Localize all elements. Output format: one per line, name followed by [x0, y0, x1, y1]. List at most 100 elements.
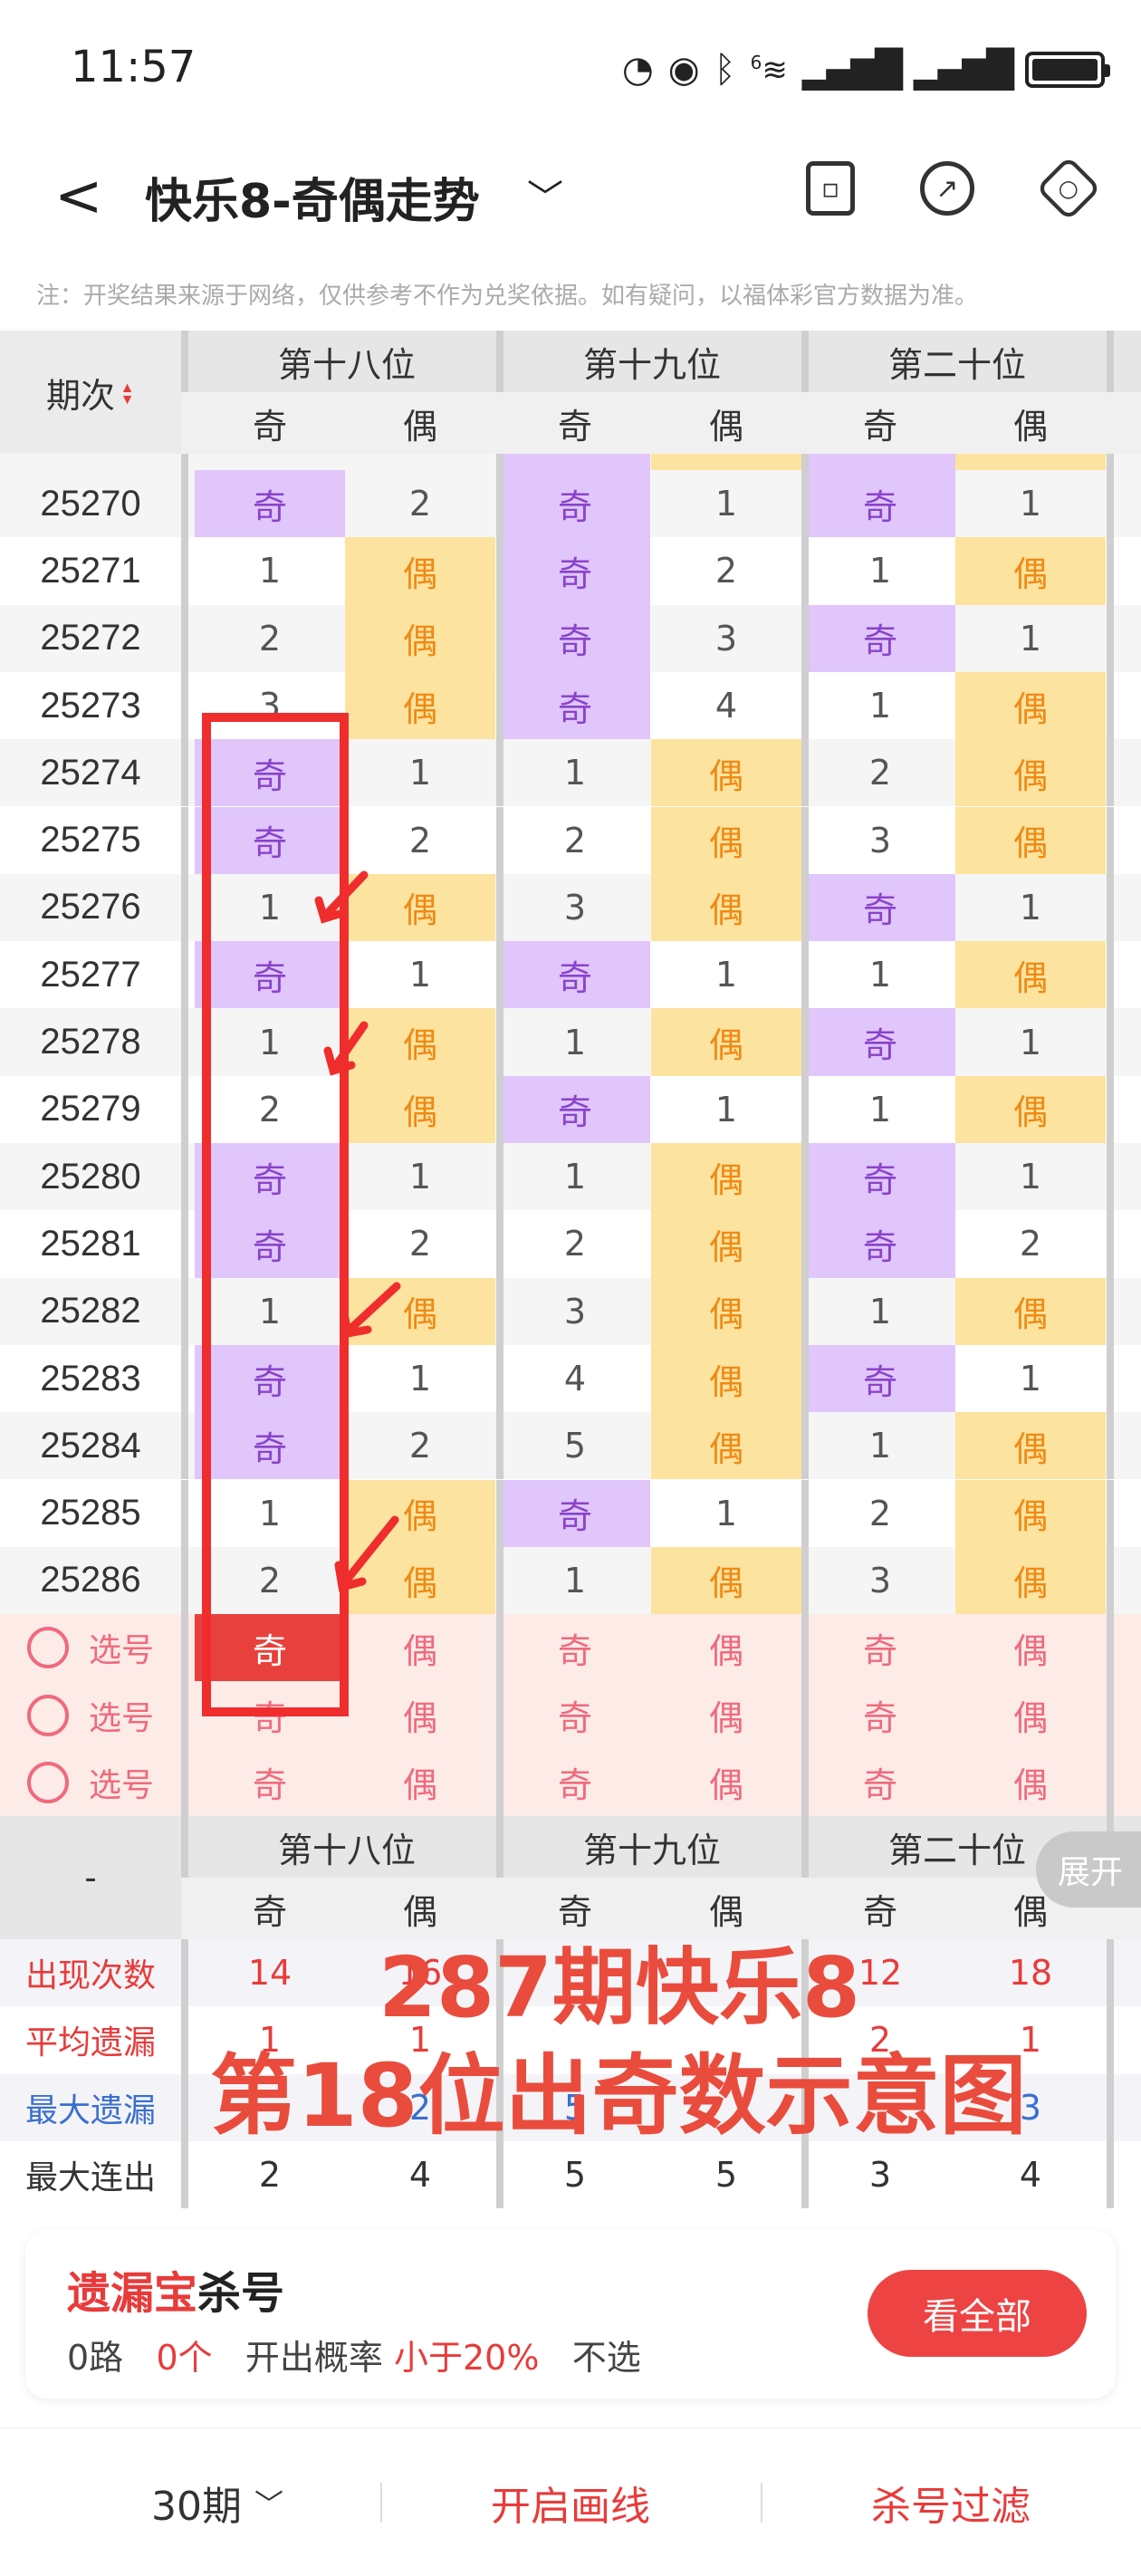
hit-cell: 奇 — [500, 537, 650, 605]
pick-cell[interactable]: 偶 — [345, 1681, 495, 1748]
bluetooth-icon: ᛒ — [714, 49, 736, 91]
sort-icon[interactable]: ▲▼ — [119, 380, 135, 404]
pick-cell[interactable]: 奇 — [500, 1681, 650, 1748]
radio-circle-icon[interactable] — [26, 1761, 69, 1803]
back-icon[interactable]: < — [54, 163, 103, 230]
issue-number: 25285 — [40, 1493, 141, 1533]
column-separator — [1107, 2006, 1114, 2074]
column-separator — [181, 1008, 188, 1076]
pick-selector[interactable]: 选号 — [0, 1749, 181, 1816]
sub-header: 偶 — [708, 406, 743, 447]
omission-cell: 1 — [868, 1291, 892, 1331]
table-row: 25273 3 偶奇 4 1 偶 — [0, 671, 1141, 740]
stats-value: 1 — [1019, 2020, 1042, 2061]
hit-cell: 奇 — [805, 873, 955, 942]
pick-row[interactable]: 选号奇偶奇偶奇偶 — [0, 1614, 1141, 1682]
column-separator — [1107, 739, 1114, 807]
pick-cell[interactable]: 偶 — [955, 1614, 1106, 1681]
sub-header: 偶 — [708, 1891, 743, 1932]
stats-value: 4 — [1019, 2155, 1042, 2196]
partial-cell — [805, 454, 955, 470]
hit-cell: 偶 — [345, 1479, 495, 1547]
sub-header: 偶 — [1012, 406, 1048, 447]
share-icon[interactable]: ↗ — [920, 161, 974, 216]
omission-cell: 2 — [714, 551, 738, 591]
hit-cell: 偶 — [651, 1143, 801, 1211]
clock: 11:57 — [71, 42, 197, 92]
draw-line-button[interactable]: 开启画线 — [380, 2428, 761, 2576]
pick-selector[interactable]: 选号 — [0, 1681, 181, 1748]
radio-circle-icon[interactable] — [26, 1694, 69, 1736]
omission-cell: 2 — [258, 618, 282, 658]
column-separator — [1107, 1210, 1114, 1278]
signal-icon: ▂▄▆█ — [801, 49, 903, 91]
pick-cell[interactable]: 奇 — [195, 1614, 345, 1682]
chevron-down-icon[interactable]: ﹀ — [527, 168, 563, 221]
period-label: 30期 — [150, 2484, 242, 2530]
card-title: 遗漏宝杀号 — [67, 2257, 284, 2321]
column-separator — [1107, 941, 1114, 1009]
omission-cell: 2 — [868, 1493, 892, 1533]
stats-label: 最大遗漏 — [24, 2091, 156, 2129]
column-separator — [496, 1614, 503, 1682]
column-separator — [496, 2140, 503, 2209]
column-separator — [181, 1344, 188, 1413]
partial-row — [0, 454, 1141, 470]
omission-cell: 4 — [563, 1359, 587, 1399]
table-row: 25278 1 偶 1 偶奇 1 — [0, 1008, 1141, 1076]
pick-row[interactable]: 选号奇偶奇偶奇偶 — [0, 1681, 1141, 1749]
settings-icon[interactable]: ○ — [1035, 155, 1102, 222]
omission-cell: 2 — [408, 1224, 432, 1264]
radio-circle-icon[interactable] — [26, 1627, 69, 1669]
filter-button[interactable]: 杀号过滤 — [761, 2428, 1141, 2576]
pick-cell[interactable]: 偶 — [345, 1749, 495, 1816]
pick-cell[interactable]: 奇 — [805, 1681, 955, 1748]
group-header-row: 期次 ▲▼ 第十八位 第十九位 第二十位 — [0, 331, 1141, 454]
pick-cell[interactable]: 偶 — [651, 1749, 801, 1816]
hit-cell: 偶 — [651, 806, 801, 874]
view-all-button[interactable]: 看全部 — [868, 2270, 1087, 2357]
omission-cell: 1 — [868, 551, 892, 591]
column-separator — [181, 1748, 188, 1816]
issue-header[interactable]: 期次 ▲▼ — [0, 331, 181, 454]
pick-row[interactable]: 选号奇偶奇偶奇偶 — [0, 1748, 1141, 1816]
column-separator — [801, 454, 809, 470]
omission-cell: 2 — [563, 1224, 587, 1264]
column-separator — [496, 470, 503, 538]
card-prob-label: 开出概率 — [244, 2338, 383, 2378]
page-title[interactable]: 快乐8-奇偶走势 — [145, 163, 480, 231]
omission-cell: 5 — [563, 1426, 587, 1466]
pick-cell[interactable]: 偶 — [955, 1749, 1106, 1816]
hit-cell: 偶 — [955, 537, 1106, 605]
hit-cell: 偶 — [955, 1075, 1106, 1143]
hit-cell: 偶 — [345, 604, 495, 672]
column-separator — [1107, 331, 1114, 392]
column-separator — [801, 1546, 809, 1615]
pick-cell[interactable]: 偶 — [345, 1614, 495, 1681]
column-separator — [496, 2006, 503, 2074]
hit-cell: 偶 — [345, 671, 495, 740]
stats-value — [500, 2006, 650, 2073]
column-separator — [496, 454, 503, 470]
hit-cell: 偶 — [345, 537, 495, 605]
wifi-icon: 6≋ — [750, 51, 788, 89]
expand-button[interactable]: 展开 — [1036, 1831, 1141, 1908]
pick-cell[interactable]: 偶 — [651, 1614, 801, 1681]
stats-value: 1 — [258, 2020, 282, 2061]
column-separator — [181, 454, 188, 470]
period-selector[interactable]: 30期 ﹀ — [54, 2428, 380, 2576]
pick-cell[interactable]: 奇 — [805, 1614, 955, 1681]
column-separator — [801, 537, 809, 605]
pick-cell[interactable]: 奇 — [195, 1681, 345, 1748]
column-separator — [496, 1816, 503, 1878]
device-icon[interactable]: ▫ — [806, 161, 855, 216]
pick-cell[interactable]: 奇 — [195, 1749, 345, 1816]
pick-cell[interactable]: 偶 — [651, 1681, 801, 1748]
pick-cell[interactable]: 偶 — [955, 1681, 1106, 1748]
pick-cell[interactable]: 奇 — [500, 1614, 650, 1681]
pick-cell[interactable]: 奇 — [805, 1749, 955, 1816]
column-separator — [181, 1939, 188, 2007]
hit-cell: 奇 — [805, 1143, 955, 1211]
pick-cell[interactable]: 奇 — [500, 1749, 650, 1816]
pick-selector[interactable]: 选号 — [0, 1614, 181, 1681]
